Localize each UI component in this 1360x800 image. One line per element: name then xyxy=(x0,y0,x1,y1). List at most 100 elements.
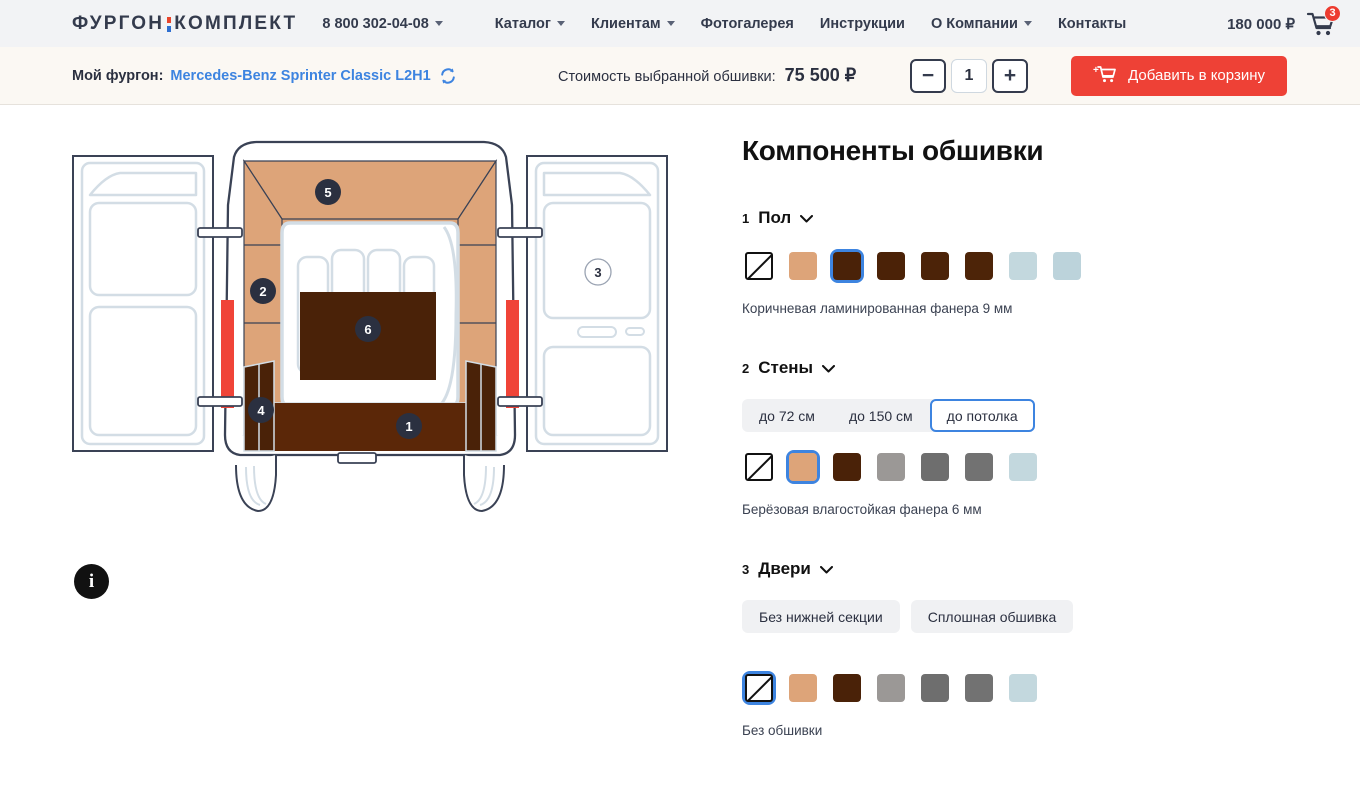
floor-front xyxy=(244,403,496,451)
swatch-gray-mid-2[interactable] xyxy=(962,450,996,484)
swatch-gray-mid[interactable] xyxy=(918,671,952,705)
svg-text:2: 2 xyxy=(259,284,266,299)
quantity-decrease-button[interactable]: − xyxy=(910,58,946,93)
phone-dropdown[interactable]: 8 800 302-04-08 xyxy=(322,15,443,32)
option-up-to-150[interactable]: до 150 см xyxy=(832,399,930,432)
section-number: 3 xyxy=(742,561,750,577)
seal-right xyxy=(506,300,519,408)
cart-widget[interactable]: 180 000 ₽ 3 xyxy=(1227,4,1341,37)
nav-item-photogallery[interactable]: Фотогалерея xyxy=(701,16,794,32)
wall-swatches xyxy=(742,450,1360,484)
svg-text:6: 6 xyxy=(364,322,371,337)
swatch-none[interactable] xyxy=(742,249,776,283)
chevron-down-icon xyxy=(819,566,833,574)
chevron-down-icon xyxy=(800,215,814,223)
van-rear-diagram[interactable]: 5 2 6 4 1 3 xyxy=(60,135,680,525)
option-to-ceiling[interactable]: до потолка xyxy=(929,399,1035,432)
quantity-stepper: − + xyxy=(910,58,1028,93)
chevron-down-icon xyxy=(1023,21,1032,26)
swatch-gray-light[interactable] xyxy=(874,450,908,484)
swatch-brown-4[interactable] xyxy=(962,249,996,283)
swatch-none[interactable] xyxy=(742,450,776,484)
nav-item-catalog[interactable]: Каталог xyxy=(495,16,565,32)
price-label: Стоимость выбранной обшивки: xyxy=(558,69,776,85)
swatch-light-blue[interactable] xyxy=(1006,249,1040,283)
main-nav: Каталог Клиентам Фотогалерея Инструкции … xyxy=(495,16,1127,32)
add-to-cart-button[interactable]: + Добавить в корзину xyxy=(1071,55,1287,96)
section-walls-header[interactable]: 2 Стены xyxy=(742,358,1360,378)
price-block: Стоимость выбранной обшивки: 75 500 ₽ xyxy=(558,65,856,86)
quantity-increase-button[interactable]: + xyxy=(992,58,1028,93)
marker-3[interactable]: 3 xyxy=(584,258,612,286)
section-label: Пол xyxy=(758,208,792,227)
my-van-label: Мой фургон: xyxy=(72,67,164,84)
door-swatches xyxy=(742,671,1360,705)
swatch-dark-brown[interactable] xyxy=(830,671,864,705)
info-button[interactable]: i xyxy=(74,564,109,599)
svg-text:5: 5 xyxy=(324,185,331,200)
plus-icon: + xyxy=(1003,64,1017,87)
cart-total-amount: 180 000 ₽ xyxy=(1227,15,1295,33)
chevron-down-icon xyxy=(822,365,836,373)
section-label: Стены xyxy=(758,358,814,377)
swatch-tan[interactable] xyxy=(786,249,820,283)
cart-icon[interactable]: 3 xyxy=(1306,4,1341,37)
nav-label: О Компании xyxy=(930,15,1018,32)
swatch-light-blue[interactable] xyxy=(1006,671,1040,705)
swatch-gray-light[interactable] xyxy=(874,671,908,705)
swatch-light-blue-2[interactable] xyxy=(1050,249,1084,283)
quantity-input[interactable] xyxy=(951,58,987,93)
option-full-lining[interactable]: Сплошная обшивка xyxy=(910,600,1074,633)
nav-label: Фотогалерея xyxy=(700,15,794,32)
section-doors: 3 Двери Без нижней секции Сплошная обшив… xyxy=(742,559,1360,738)
marker-6[interactable]: 6 xyxy=(355,316,381,342)
nav-item-about[interactable]: О Компании xyxy=(931,16,1032,32)
nav-label: Инструкции xyxy=(819,15,905,32)
svg-text:3: 3 xyxy=(594,265,601,280)
option-no-lower-section[interactable]: Без нижней секции xyxy=(742,600,900,633)
svg-text:4: 4 xyxy=(257,403,265,418)
swatch-dark-brown[interactable] xyxy=(830,249,864,283)
swatch-gray-mid[interactable] xyxy=(918,450,952,484)
swatch-gray-mid-2[interactable] xyxy=(962,671,996,705)
logo[interactable]: ФУРГОН КОМПЛЕКТ xyxy=(72,13,297,35)
marker-5[interactable]: 5 xyxy=(315,179,341,205)
chevron-down-icon xyxy=(556,21,565,26)
option-up-to-72[interactable]: до 72 см xyxy=(742,399,832,432)
phone-number: 8 800 302-04-08 xyxy=(322,15,429,32)
section-doors-header[interactable]: 3 Двери xyxy=(742,559,1360,579)
floor-material-description: Коричневая ламинированная фанера 9 мм xyxy=(742,301,1013,316)
swatch-light-blue[interactable] xyxy=(1006,450,1040,484)
door-type-options: Без нижней секции Сплошная обшивка xyxy=(742,600,1074,633)
nav-item-clients[interactable]: Клиентам xyxy=(591,16,675,32)
section-floor-header[interactable]: 1 Пол xyxy=(742,208,1360,228)
marker-1[interactable]: 1 xyxy=(396,413,422,439)
marker-4[interactable]: 4 xyxy=(248,397,274,423)
nav-label: Клиентам xyxy=(590,15,661,32)
wall-material-description: Берёзовая влагостойкая фанера 6 мм xyxy=(742,502,982,517)
door-right[interactable] xyxy=(526,155,668,452)
section-number: 1 xyxy=(742,210,750,226)
cart-count-badge: 3 xyxy=(1324,4,1341,22)
nav-item-instructions[interactable]: Инструкции xyxy=(820,16,905,32)
swatch-tan[interactable] xyxy=(786,671,820,705)
swatch-tan[interactable] xyxy=(786,450,820,484)
floor-swatches xyxy=(742,249,1360,283)
swap-van-icon[interactable] xyxy=(439,67,457,85)
logo-colon-icon xyxy=(167,17,172,32)
my-van-model-link[interactable]: Mercedes-Benz Sprinter Classic L2H1 xyxy=(170,68,430,84)
swatch-brown-2[interactable] xyxy=(874,249,908,283)
swatch-none[interactable] xyxy=(742,671,776,705)
van-diagram-pane: 5 2 6 4 1 3 i xyxy=(0,105,742,800)
swatch-brown-3[interactable] xyxy=(918,249,952,283)
nav-item-contacts[interactable]: Контакты xyxy=(1058,16,1126,32)
marker-2[interactable]: 2 xyxy=(250,278,276,304)
section-label: Двери xyxy=(758,559,811,578)
swatch-dark-brown[interactable] xyxy=(830,450,864,484)
nav-label: Каталог xyxy=(494,15,551,32)
wall-height-options: до 72 см до 150 см до потолка xyxy=(742,399,1035,432)
info-icon: i xyxy=(88,570,95,592)
configurator-toolbar: Мой фургон: Mercedes-Benz Sprinter Class… xyxy=(0,47,1360,105)
door-left[interactable] xyxy=(72,155,214,452)
main-content: 5 2 6 4 1 3 i Компоненты обшивки 1 Пол К… xyxy=(0,105,1360,800)
